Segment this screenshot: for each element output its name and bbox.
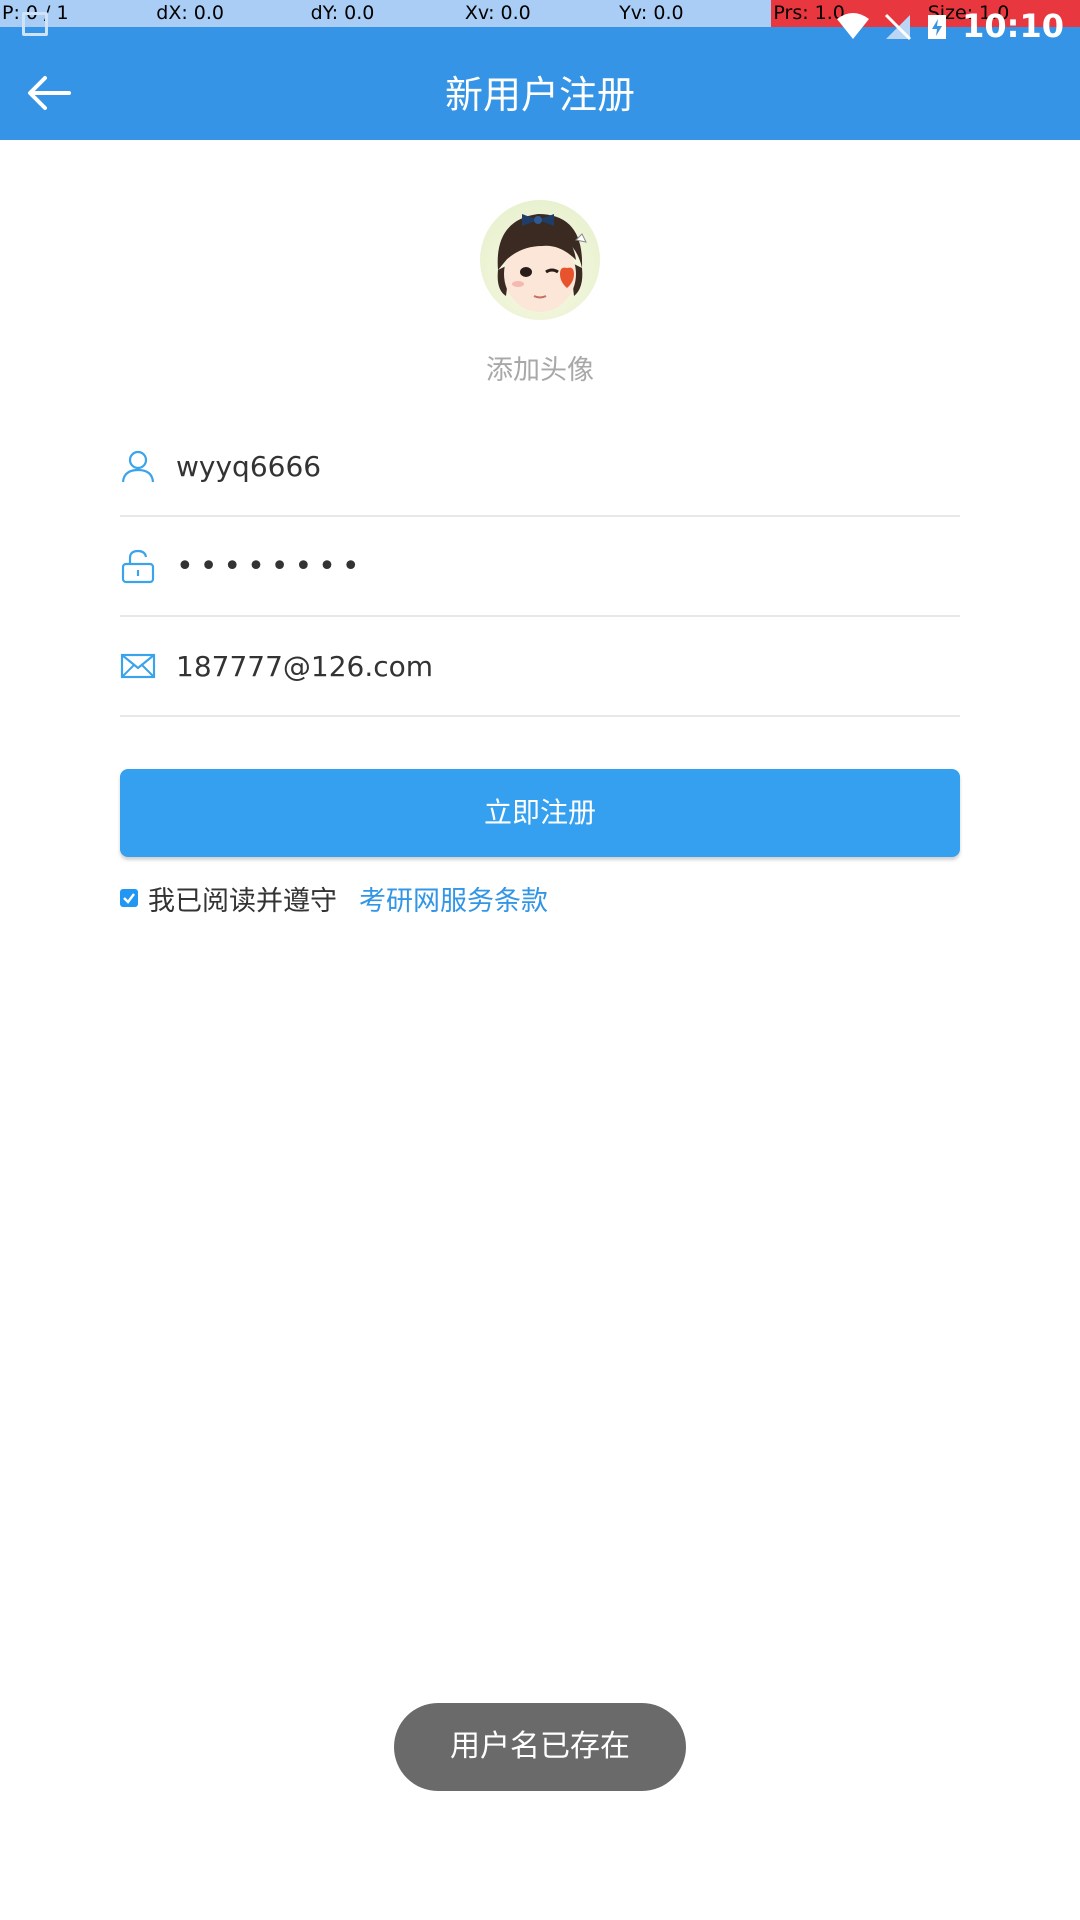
image-icon <box>22 12 48 36</box>
check-icon <box>123 893 135 904</box>
avatar-image <box>480 200 600 320</box>
battery-icon <box>928 15 947 39</box>
add-avatar-label[interactable]: 添加头像 <box>0 348 1080 387</box>
debug-dx: dX: 0.0 <box>154 0 309 27</box>
agreement-checkbox[interactable] <box>120 889 138 907</box>
agreement-row: 我已阅读并遵守 考研网服务条款 <box>120 878 548 918</box>
password-field[interactable] <box>176 536 936 596</box>
email-row <box>120 617 960 717</box>
username-row <box>120 417 960 517</box>
username-field[interactable] <box>176 436 936 496</box>
debug-yv: Yv: 0.0 <box>617 0 772 27</box>
toast-message: 用户名已存在 <box>394 1703 686 1791</box>
email-field[interactable] <box>176 636 936 696</box>
status-bar-icons: 10:10 <box>836 6 1064 46</box>
status-clock: 10:10 <box>962 7 1064 45</box>
avatar[interactable] <box>480 200 600 320</box>
agreement-text: 我已阅读并遵守 <box>148 885 337 917</box>
terms-of-service-link[interactable]: 考研网服务条款 <box>359 879 548 918</box>
password-row <box>120 517 960 617</box>
debug-xv: Xv: 0.0 <box>462 0 618 27</box>
debug-dy: dY: 0.0 <box>308 0 463 27</box>
signal-off-icon <box>885 13 912 41</box>
user-icon <box>121 450 155 483</box>
lock-icon <box>121 549 155 584</box>
page-title: 新用户注册 <box>444 73 635 117</box>
mail-icon <box>120 653 156 679</box>
register-button[interactable]: 立即注册 <box>120 769 960 857</box>
wifi-icon <box>837 13 870 39</box>
